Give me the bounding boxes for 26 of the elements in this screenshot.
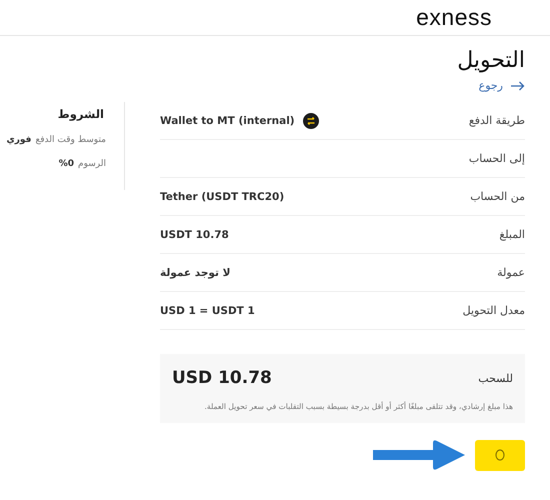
arrow-icon <box>511 80 525 90</box>
page-title: التحويل <box>457 48 525 73</box>
detail-label: معدل التحويل <box>462 304 525 317</box>
swap-icon <box>302 112 319 128</box>
detail-value: لا توجد عمولة <box>160 266 230 278</box>
confirm-button[interactable] <box>475 440 525 470</box>
condition-label: متوسط وقت الدفع <box>35 135 106 145</box>
arrow-icon <box>373 439 465 471</box>
detail-value: USD 1 = USDT 1 <box>160 304 255 316</box>
detail-value: Wallet to MT (internal) <box>160 114 295 126</box>
detail-label: طريقة الدفع <box>468 114 525 127</box>
condition-value: فوري <box>6 135 32 145</box>
conditions-title: الشروط <box>56 107 105 121</box>
detail-label: المبلغ <box>499 228 525 241</box>
detail-value: USDT 10.78 <box>160 228 229 240</box>
detail-label: إلى الحساب <box>468 152 525 165</box>
summary-label: للسحب <box>478 372 513 384</box>
detail-label: من الحساب <box>470 190 525 203</box>
back-link[interactable]: رجوع <box>478 79 525 92</box>
summary-amount: USD 10.78 <box>172 368 272 388</box>
logo: exness <box>416 4 492 31</box>
condition-value: %0 <box>58 159 74 169</box>
condition-label: الرسوم <box>78 159 106 169</box>
spinner-icon <box>495 449 505 461</box>
detail-value: Tether (USDT TRC20) <box>160 190 284 202</box>
detail-label: عمولة <box>497 266 525 279</box>
